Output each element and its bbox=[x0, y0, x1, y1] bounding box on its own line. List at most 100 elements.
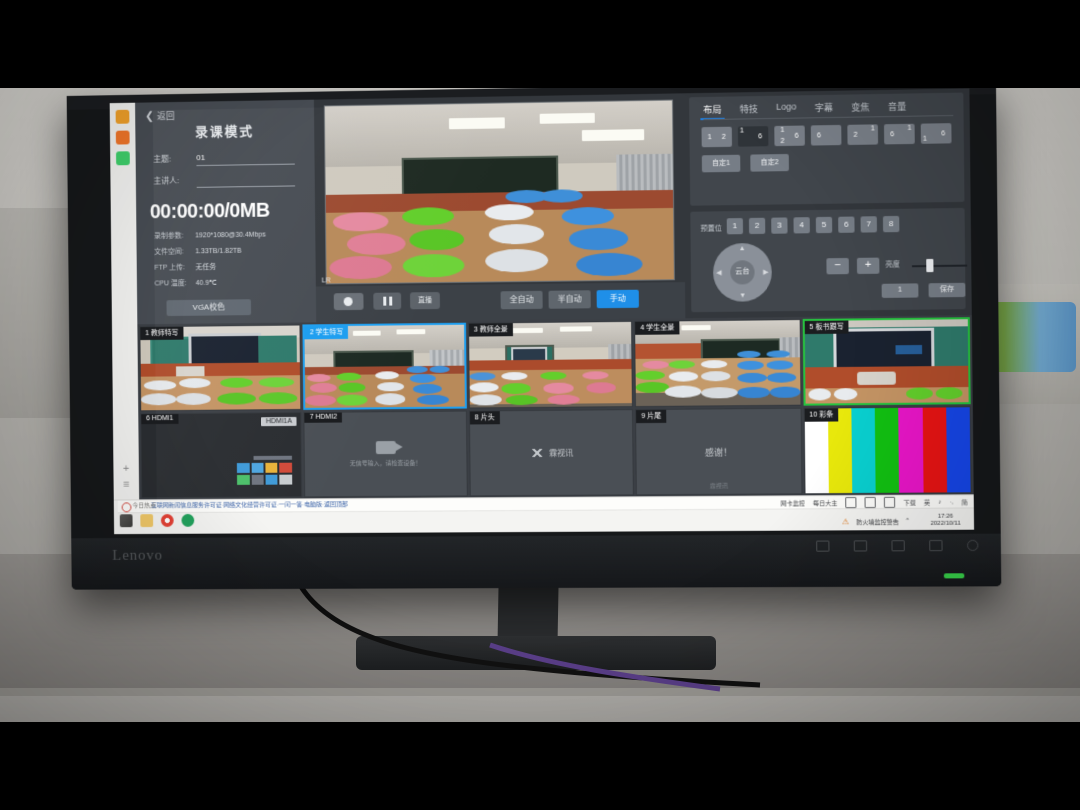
menu-icon[interactable]: ≡ bbox=[114, 477, 140, 493]
brightness-slider[interactable] bbox=[911, 258, 968, 273]
tab-zoom[interactable]: 变焦 bbox=[851, 100, 870, 117]
note-icon[interactable] bbox=[116, 151, 130, 166]
news-text[interactable]: 互联网新闻信息服务许可证·网络文化经营许可证·一问一答·电脑版·返回顶部 bbox=[151, 502, 348, 509]
recording-console-page: ❮ 返回 录课模式 主题: 01 主讲人: 00:00:00/0MB 录制参数:… bbox=[135, 88, 974, 501]
tray-daily-label[interactable]: 每日大主 bbox=[813, 498, 837, 507]
layout-preset-6[interactable]: 6 1 bbox=[883, 123, 915, 145]
star-icon[interactable] bbox=[115, 109, 130, 124]
menu-icon[interactable] bbox=[853, 540, 868, 552]
monitor-osd-buttons[interactable] bbox=[816, 539, 979, 552]
pause-button[interactable] bbox=[373, 292, 402, 310]
back-button[interactable]: ❮ 返回 bbox=[145, 109, 175, 122]
layout-preset-1[interactable]: 1 2 bbox=[701, 126, 733, 148]
taskbar-clock[interactable]: 17:26 2022/10/11 bbox=[930, 514, 960, 528]
vga-calibrate-button[interactable]: VGA校色 bbox=[166, 299, 252, 317]
main-preview-video[interactable] bbox=[323, 99, 675, 285]
app-icon[interactable] bbox=[115, 130, 130, 145]
tray-download-label[interactable]: 下载 bbox=[904, 498, 916, 507]
file-explorer-icon[interactable] bbox=[140, 514, 154, 528]
ime-punct-icon[interactable]: ·, bbox=[950, 499, 954, 505]
ptz-joystick[interactable]: ▲ ▼ ◀ ▶ 云台 bbox=[712, 242, 773, 302]
brightness-icon[interactable] bbox=[891, 540, 905, 552]
tray-netcard-label[interactable]: 网卡监控 bbox=[780, 498, 805, 507]
chevron-right-icon[interactable]: ▶ bbox=[763, 268, 769, 276]
table-white bbox=[701, 386, 738, 399]
classroom-scene bbox=[324, 100, 674, 284]
preset-number-input[interactable]: 1 bbox=[881, 283, 919, 298]
table-green bbox=[501, 383, 532, 394]
layout-preset-5[interactable]: 2 1 bbox=[847, 124, 879, 145]
record-button[interactable] bbox=[333, 292, 364, 311]
chevron-up-icon[interactable]: ^ bbox=[906, 518, 909, 524]
thumbnail-7-hdmi2-no-signal[interactable]: 7 HDMI2 无信号输入，请检查设备！ bbox=[303, 410, 468, 498]
browser-icon[interactable] bbox=[160, 514, 174, 527]
layout-preset-3[interactable]: 1 2 6 bbox=[774, 125, 805, 147]
preset-button-4[interactable]: 4 bbox=[793, 217, 810, 234]
layout-cell-label: 1 bbox=[707, 133, 712, 141]
thumbnail-4-student-wide[interactable]: 4 学生全景 bbox=[634, 319, 802, 408]
preset-button-5[interactable]: 5 bbox=[815, 216, 833, 234]
layout-preset-4[interactable]: 6 bbox=[810, 124, 842, 146]
thumbnail-2-student-closeup[interactable]: 2 学生特写 bbox=[302, 322, 467, 410]
download-icon[interactable] bbox=[884, 496, 896, 508]
tab-volume[interactable]: 音量 bbox=[888, 100, 907, 117]
ime-sound-icon[interactable]: ♪ bbox=[938, 499, 941, 505]
thumbnail-10-color-bars[interactable]: 10 彩条 bbox=[803, 406, 972, 495]
chevron-left-icon[interactable]: ◀ bbox=[716, 269, 722, 277]
tab-effects[interactable]: 特技 bbox=[740, 102, 758, 119]
thumbnail-6-hdmi1[interactable]: 6 HDMI1 HDMI1A bbox=[140, 411, 303, 499]
mode-full-auto-button[interactable]: 全自动 bbox=[500, 290, 543, 310]
tab-logo[interactable]: Logo bbox=[776, 101, 796, 118]
table-pink bbox=[543, 383, 574, 394]
thumbnail-5-board-tracking[interactable]: 5 板书跟写 bbox=[802, 317, 971, 406]
power-icon[interactable] bbox=[967, 539, 979, 552]
preset-button-1[interactable]: 1 bbox=[726, 218, 744, 235]
layout-cell-label: 1 bbox=[922, 135, 927, 143]
mode-semi-auto-button[interactable]: 半自动 bbox=[548, 290, 591, 309]
layout-cell-label: 6 bbox=[941, 129, 946, 137]
firewall-notice[interactable]: 防火墙监控警告 bbox=[856, 517, 899, 526]
ime-language-icon[interactable]: 英 bbox=[924, 498, 930, 507]
live-button[interactable]: 直播 bbox=[409, 292, 440, 310]
table-white bbox=[141, 393, 177, 406]
thumbnail-3-teacher-wide[interactable]: 3 教师全景 bbox=[467, 320, 634, 409]
slider-knob[interactable] bbox=[926, 258, 934, 273]
custom-layout-buttons: 自定1 自定2 bbox=[701, 153, 789, 173]
custom-layout-2-button[interactable]: 自定2 bbox=[750, 153, 789, 172]
thumbnail-8-opening-title[interactable]: 8 片头 霖视讯 bbox=[468, 409, 635, 497]
monitor-icon[interactable] bbox=[864, 496, 877, 509]
preset-button-3[interactable]: 3 bbox=[771, 217, 788, 234]
zoom-out-button[interactable]: − bbox=[826, 257, 849, 275]
thumbnail-9-ending-title[interactable]: 9 片尾 感谢！ 霖视讯 bbox=[635, 407, 803, 496]
layout-preset-7[interactable]: 6 1 bbox=[920, 123, 952, 144]
custom-layout-1-button[interactable]: 自定1 bbox=[701, 154, 741, 173]
sidebar-bottom-controls[interactable]: + ≡ bbox=[113, 461, 139, 493]
tab-layout[interactable]: 布局 bbox=[703, 103, 721, 120]
input-source-icon[interactable] bbox=[816, 540, 830, 552]
thumbnail-1-teacher-closeup[interactable]: 1 教师特写 bbox=[139, 324, 302, 412]
tab-subtitle[interactable]: 字幕 bbox=[815, 101, 833, 118]
mode-manual-button[interactable]: 手动 bbox=[596, 289, 639, 309]
monitor-bezel-bottom: Lenovo bbox=[71, 533, 1002, 590]
subject-field[interactable]: 主题: 01 bbox=[153, 152, 296, 167]
add-icon[interactable]: + bbox=[113, 461, 139, 477]
save-button[interactable]: 保存 bbox=[928, 282, 966, 298]
preset-button-2[interactable]: 2 bbox=[748, 217, 766, 235]
ime-simplified-icon[interactable]: 简 bbox=[961, 497, 967, 506]
preset-button-6[interactable]: 6 bbox=[838, 216, 855, 233]
chevron-up-icon[interactable]: ▲ bbox=[739, 245, 746, 252]
host-label: 主讲人: bbox=[153, 176, 180, 186]
preset-button-7[interactable]: 7 bbox=[860, 216, 877, 233]
layout-preset-2[interactable]: 1 6 bbox=[737, 126, 769, 147]
preset-button-8[interactable]: 8 bbox=[882, 215, 900, 233]
chevron-down-icon[interactable]: ▼ bbox=[739, 292, 746, 299]
back-label: 返回 bbox=[156, 110, 175, 122]
zoom-in-button[interactable]: + bbox=[856, 257, 880, 275]
settings-icon[interactable] bbox=[929, 539, 943, 552]
table-green bbox=[668, 359, 695, 369]
shield-icon[interactable] bbox=[845, 497, 857, 509]
start-button-icon[interactable] bbox=[119, 514, 133, 528]
ie-browser-icon[interactable] bbox=[181, 513, 195, 527]
host-field[interactable]: 主讲人: bbox=[153, 173, 296, 188]
ptz-center-label[interactable]: 云台 bbox=[730, 260, 755, 285]
